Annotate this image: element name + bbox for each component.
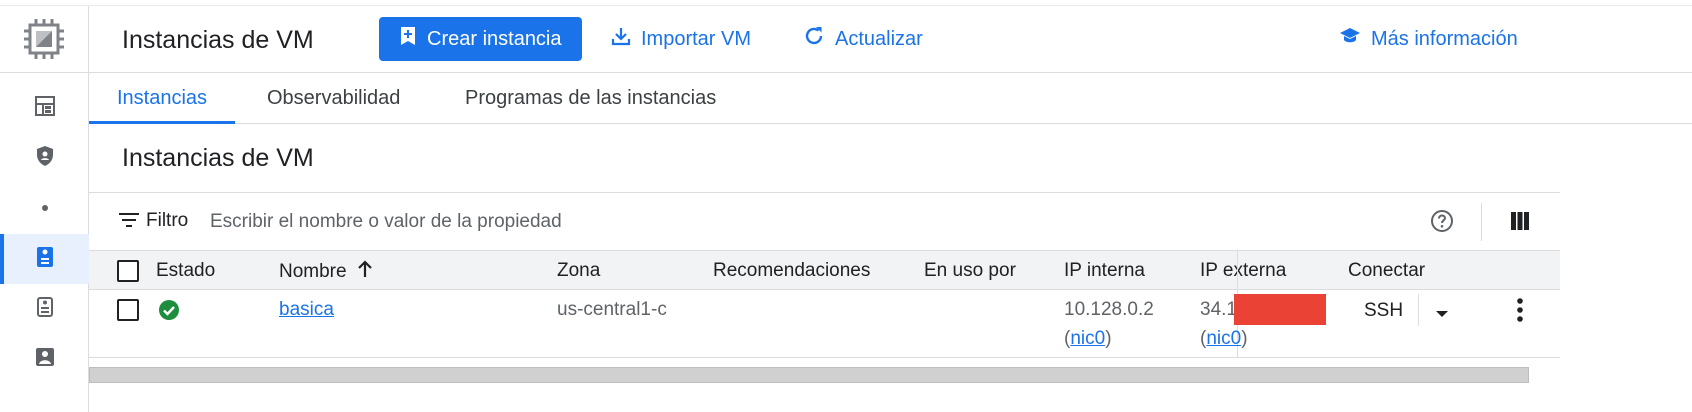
refresh-icon [803,25,825,53]
refresh-label: Actualizar [835,27,923,50]
help-icon[interactable] [1430,209,1454,238]
more-info-button[interactable]: Más información [1339,17,1518,61]
tab-bar: Instancias Observabilidad Programas de l… [88,73,1692,124]
zone-cell: us-central1-c [557,299,667,320]
create-instance-button[interactable]: Crear instancia [379,17,582,61]
sole-tenant-icon [35,347,55,372]
school-icon [1339,27,1361,51]
import-vm-label: Importar VM [641,27,752,50]
ssh-split-separator [1418,294,1419,326]
vm-instance-icon [36,246,54,273]
tab-instances[interactable]: Instancias [88,73,236,124]
dashboard-icon [34,95,55,121]
tab-observability[interactable]: Observabilidad [267,73,400,123]
column-header-zone[interactable]: Zona [557,260,600,282]
download-icon [611,26,631,52]
create-instance-label: Crear instancia [427,27,562,50]
internal-nic-link[interactable]: nic0 [1070,328,1105,349]
external-nic-link[interactable]: nic0 [1206,328,1241,349]
filter-label[interactable]: Filtro [146,210,188,232]
rail-divider [0,72,89,73]
import-vm-button[interactable]: Importar VM [611,17,751,61]
external-ip-value: 34.1 [1200,299,1237,320]
compute-engine-chip-icon[interactable] [22,17,66,61]
instance-template-icon [36,296,54,323]
redaction-box [1234,294,1326,325]
column-display-icon[interactable] [1510,211,1530,236]
status-running-icon [158,299,180,326]
rail-item-vm-instances[interactable] [0,234,89,284]
column-header-internal-ip[interactable]: IP interna [1064,260,1145,282]
rail-item-sole-tenant[interactable] [0,334,89,384]
column-header-status[interactable]: Estado [156,260,215,282]
ssh-button[interactable]: SSH [1364,296,1403,325]
filter-input[interactable] [210,208,1210,236]
section-title: Instancias de VM [122,144,314,172]
more-info-label: Más información [1371,27,1518,50]
row-checkbox[interactable] [117,299,139,326]
column-header-in-use-by[interactable]: En uso por [924,260,1016,282]
instance-name-link[interactable]: basica [279,295,334,324]
rail-item-security[interactable] [0,133,89,183]
shield-icon [35,145,55,172]
page-title: Instancias de VM [122,26,314,54]
column-header-name-label: Nombre [279,261,347,282]
column-header-recommendations[interactable]: Recomendaciones [713,260,870,282]
column-header-connect[interactable]: Conectar [1348,260,1425,282]
refresh-button[interactable]: Actualizar [803,17,923,61]
table-row: basica us-central1-c 10.128.0.2 (nic0) 3… [89,290,1560,358]
internal-ip-value: 10.128.0.2 [1064,299,1154,320]
arrow-up-icon [357,260,373,284]
internal-ip-cell: 10.128.0.2 (nic0) [1064,299,1154,349]
filter-bar: Filtro [89,193,1560,250]
page-header: Instancias de VM Crear instancia Importa… [89,6,1692,73]
column-header-name[interactable]: Nombre [279,260,373,284]
rail-item-dashboard[interactable] [0,83,89,133]
dot-icon [41,199,49,217]
rail-item-templates[interactable] [0,284,89,334]
rail-item-dot[interactable] [0,183,89,233]
ssh-dropdown-arrow-icon[interactable] [1435,305,1449,323]
side-nav-rail [0,6,89,412]
table-header: Estado Nombre Zona Recomendaciones En us… [89,250,1560,290]
column-header-external-ip[interactable]: IP externa [1200,260,1286,282]
toolbar-separator [1481,203,1482,241]
add-box-icon [399,26,417,52]
tab-instance-schedules[interactable]: Programas de las instancias [465,73,716,123]
more-vert-icon[interactable] [1516,297,1524,328]
horizontal-scrollbar[interactable] [89,367,1529,383]
filter-list-icon[interactable] [119,212,139,233]
select-all-checkbox[interactable] [117,260,139,287]
